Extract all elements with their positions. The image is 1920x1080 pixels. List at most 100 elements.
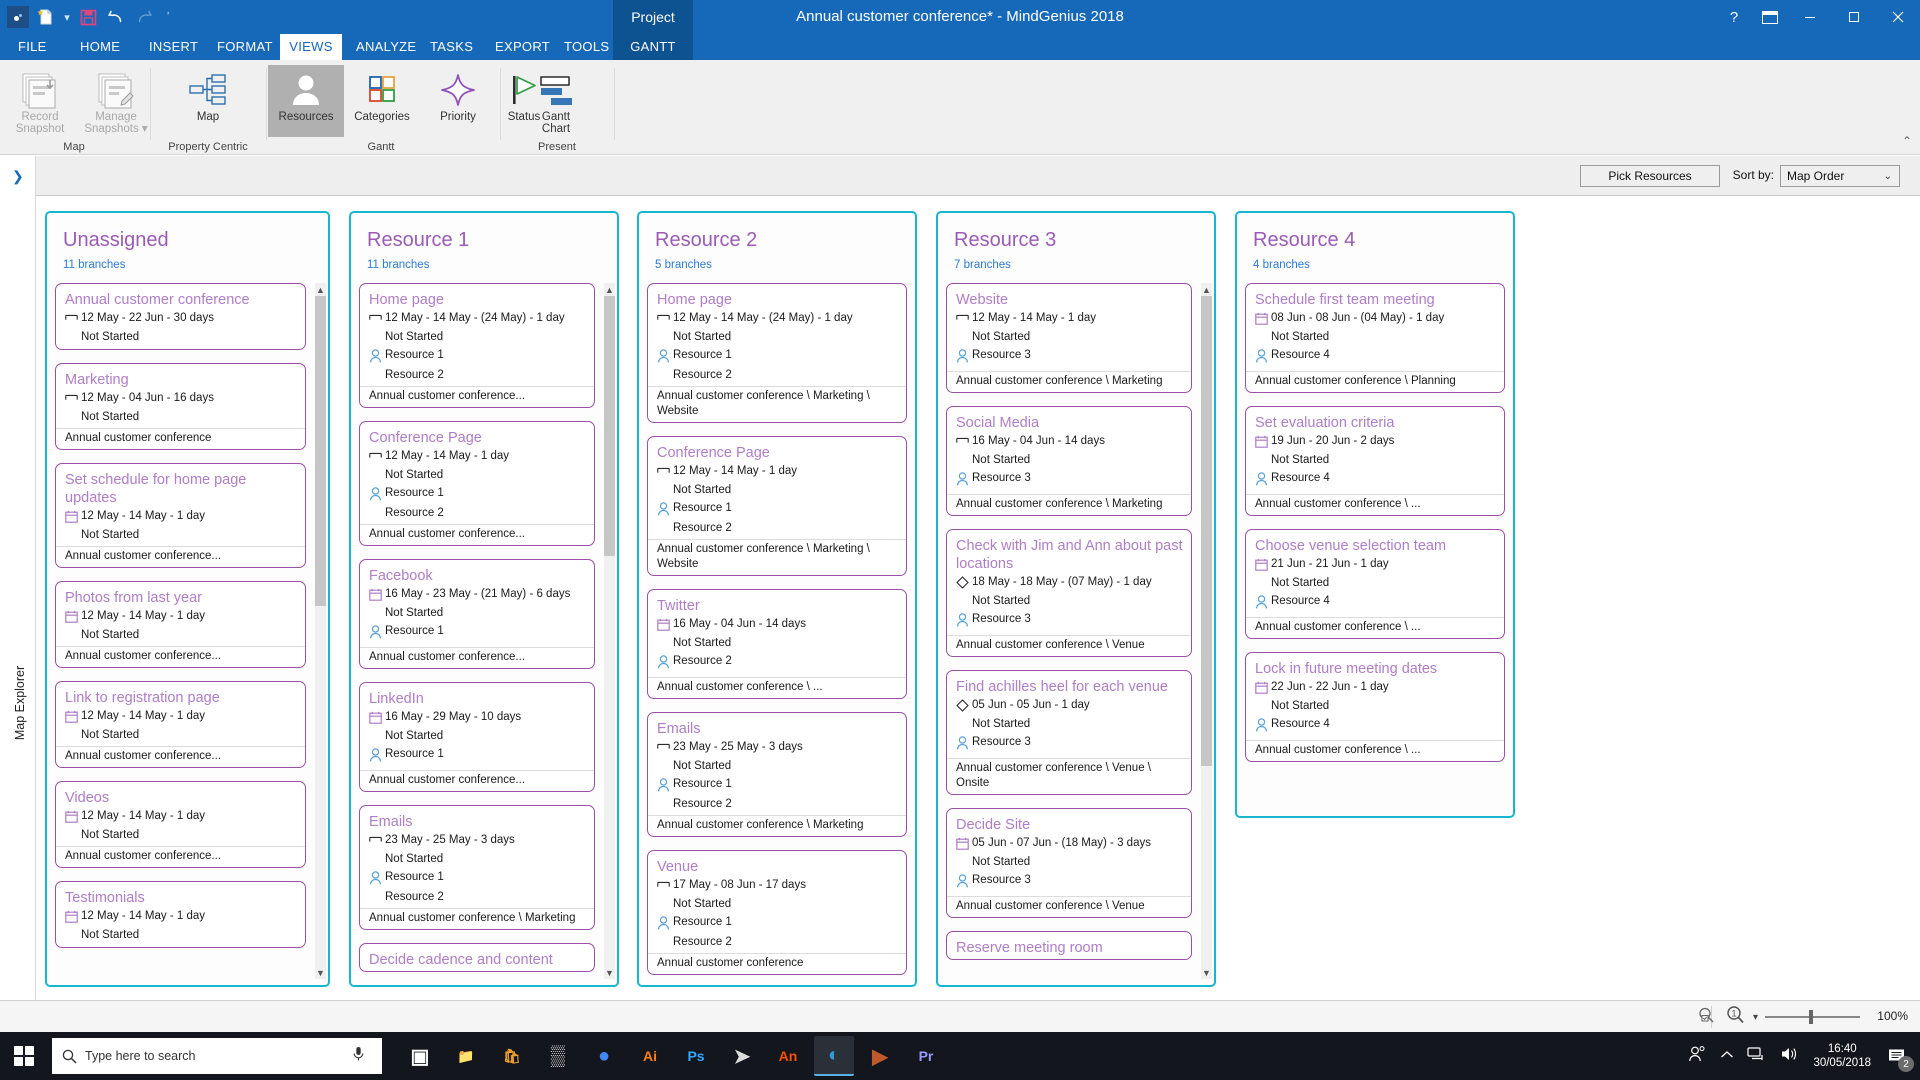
maximize-button[interactable] xyxy=(1832,0,1876,34)
illustrator-icon[interactable]: Ai xyxy=(630,1036,670,1076)
column-scrollbar[interactable]: ▲ ▼ xyxy=(604,283,615,979)
map-view-button[interactable]: Map xyxy=(170,65,246,137)
task-card[interactable]: Decide Site 05 Jun - 07 Jun - (18 May) - … xyxy=(946,808,1192,918)
zoom-to-fit-icon[interactable] xyxy=(1697,1007,1717,1028)
tab-insert[interactable]: INSERT xyxy=(137,34,210,60)
taskbar-search[interactable]: Type here to search xyxy=(52,1038,382,1074)
zoom-1-icon[interactable]: 1 xyxy=(1725,1006,1745,1029)
app-menu-button[interactable] xyxy=(4,3,32,31)
zoom-dropdown-icon[interactable]: ▾ xyxy=(1753,1012,1758,1023)
scroll-down-icon[interactable]: ▼ xyxy=(604,966,615,979)
zoom-slider-handle[interactable] xyxy=(1809,1010,1813,1024)
animate-icon[interactable]: An xyxy=(768,1036,808,1076)
task-card[interactable]: Set evaluation criteria 19 Jun - 20 Jun -… xyxy=(1245,406,1505,516)
scrollbar-thumb[interactable] xyxy=(315,296,326,606)
scroll-down-icon[interactable]: ▼ xyxy=(315,966,326,979)
sort-by-select[interactable]: Map Order ⌄ xyxy=(1780,165,1900,187)
redo-button[interactable] xyxy=(130,3,158,31)
tab-file[interactable]: FILE xyxy=(6,34,59,60)
manage-snapshots-button[interactable]: Manage Snapshots ▾ xyxy=(78,65,154,137)
tab-views[interactable]: VIEWS xyxy=(280,34,342,60)
task-card[interactable]: Home page 12 May - 14 May - (24 May) - 1 … xyxy=(647,283,907,423)
new-document-dropdown[interactable]: ▾ xyxy=(60,3,74,31)
zoom-slider[interactable] xyxy=(1765,1010,1860,1024)
cursor-icon[interactable]: ➤ xyxy=(722,1036,762,1076)
start-button[interactable] xyxy=(0,1032,48,1080)
scroll-up-icon[interactable]: ▲ xyxy=(1201,283,1212,296)
tab-analyze[interactable]: ANALYZE xyxy=(344,34,428,60)
task-card[interactable]: Home page 12 May - 14 May - (24 May) - 1 … xyxy=(359,283,595,408)
minimize-button[interactable] xyxy=(1788,0,1832,34)
scrollbar-thumb[interactable] xyxy=(604,296,615,556)
task-card[interactable]: LinkedIn 16 May - 29 May - 10 days Not Sta… xyxy=(359,682,595,792)
scrollbar-thumb[interactable] xyxy=(1201,296,1212,766)
task-card[interactable]: Check with Jim and Ann about past locati… xyxy=(946,529,1192,657)
expand-map-explorer-icon[interactable]: ❯ xyxy=(12,168,24,185)
volume-icon[interactable] xyxy=(1780,1046,1800,1067)
new-document-button[interactable] xyxy=(32,3,60,31)
help-button[interactable]: ? xyxy=(1716,0,1752,34)
mindgenius-icon[interactable]: ◐ xyxy=(814,1036,854,1076)
column-scrollbar[interactable]: ▲ ▼ xyxy=(315,283,326,979)
task-card[interactable]: Facebook 16 May - 23 May - (21 May) - 6 d… xyxy=(359,559,595,669)
task-card[interactable]: Schedule first team meeting 08 Jun - 08 J… xyxy=(1245,283,1505,393)
save-button[interactable] xyxy=(74,3,102,31)
task-card[interactable]: Link to registration page 12 May - 14 May… xyxy=(55,681,306,768)
gantt-chart-button[interactable]: Gantt Chart xyxy=(518,65,594,137)
task-card[interactable]: Twitter 16 May - 04 Jun - 14 days Not Star… xyxy=(647,589,907,699)
project-context-tab[interactable]: Project xyxy=(613,0,693,34)
tab-tools[interactable]: TOOLS xyxy=(552,34,621,60)
task-card[interactable]: Emails 23 May - 25 May - 3 days Not Starte… xyxy=(359,805,595,930)
task-card[interactable]: Conference Page 12 May - 14 May - 1 day No… xyxy=(647,436,907,576)
file-explorer-icon[interactable]: 📁 xyxy=(446,1036,486,1076)
action-center-button[interactable]: 2 xyxy=(1884,1043,1914,1072)
record-snapshot-button[interactable]: Record Snapshot xyxy=(2,65,78,137)
priority-view-button[interactable]: Priority xyxy=(420,65,496,137)
close-button[interactable] xyxy=(1876,0,1920,34)
task-card[interactable]: Emails 23 May - 25 May - 3 days Not Starte… xyxy=(647,712,907,837)
task-card[interactable]: Marketing 12 May - 04 Jun - 16 days Not St… xyxy=(55,363,306,450)
categories-view-button[interactable]: Categories xyxy=(344,65,420,137)
store-icon[interactable]: 🛍 xyxy=(492,1036,532,1076)
task-card[interactable]: Choose venue selection team 21 Jun - 21 J… xyxy=(1245,529,1505,639)
premiere-icon[interactable]: Pr xyxy=(906,1036,946,1076)
column-scrollbar[interactable]: ▲ ▼ xyxy=(1201,283,1212,979)
task-card[interactable]: Testimonials 12 May - 14 May - 1 day Not S… xyxy=(55,881,306,948)
task-card[interactable]: Reserve meeting room xyxy=(946,931,1192,960)
tab-export[interactable]: EXPORT xyxy=(483,34,562,60)
tab-home[interactable]: HOME xyxy=(68,34,132,60)
taskbar-clock[interactable]: 16:40 30/05/2018 xyxy=(1813,1042,1871,1070)
undo-button[interactable] xyxy=(102,3,130,31)
task-card[interactable]: Lock in future meeting dates 22 Jun - 22 … xyxy=(1245,652,1505,762)
task-card[interactable]: Decide cadence and content xyxy=(359,943,595,972)
task-card[interactable]: Website 12 May - 14 May - 1 day Not Starte… xyxy=(946,283,1192,393)
task-card[interactable]: Social Media 16 May - 04 Jun - 14 days Not… xyxy=(946,406,1192,516)
network-icon[interactable] xyxy=(1747,1046,1767,1067)
show-hidden-icons-icon[interactable] xyxy=(1720,1047,1734,1065)
task-card[interactable]: Find achilles heel for each venue 05 Jun … xyxy=(946,670,1192,795)
photoshop-icon[interactable]: Ps xyxy=(676,1036,716,1076)
task-card[interactable]: Annual customer conference 12 May - 22 Ju… xyxy=(55,283,306,350)
task-card[interactable]: Photos from last year 12 May - 14 May - 1… xyxy=(55,581,306,668)
resources-view-button[interactable]: Resources xyxy=(268,65,344,137)
scroll-down-icon[interactable]: ▼ xyxy=(1201,966,1212,979)
task-card[interactable]: Venue 17 May - 08 Jun - 17 days Not Starte… xyxy=(647,850,907,975)
collapse-ribbon-button[interactable]: ⌃ xyxy=(1902,134,1912,148)
ribbon-display-options-button[interactable] xyxy=(1752,0,1788,34)
microphone-icon[interactable] xyxy=(352,1046,365,1067)
scroll-up-icon[interactable]: ▲ xyxy=(604,283,615,296)
task-card[interactable]: Videos 12 May - 14 May - 1 day Not Started… xyxy=(55,781,306,868)
tab-format[interactable]: FORMAT xyxy=(205,34,285,60)
pick-resources-button[interactable]: Pick Resources xyxy=(1580,165,1720,187)
camtasia-icon[interactable]: ▶ xyxy=(860,1036,900,1076)
task-card[interactable]: Set schedule for home page updates 12 May… xyxy=(55,463,306,568)
map-explorer-rail[interactable]: ❯ Map Explorer xyxy=(0,156,36,1001)
task-card[interactable]: Conference Page 12 May - 14 May - 1 day No… xyxy=(359,421,595,546)
task-view-icon[interactable]: ▣ xyxy=(400,1036,440,1076)
people-icon[interactable] xyxy=(1687,1045,1707,1068)
tab-gantt[interactable]: GANTT xyxy=(613,34,693,60)
chrome-icon[interactable]: ● xyxy=(584,1036,624,1076)
apps-grid-icon[interactable]: ▒ xyxy=(538,1036,578,1076)
scroll-up-icon[interactable]: ▲ xyxy=(315,283,326,296)
tab-tasks[interactable]: TASKS xyxy=(418,34,485,60)
